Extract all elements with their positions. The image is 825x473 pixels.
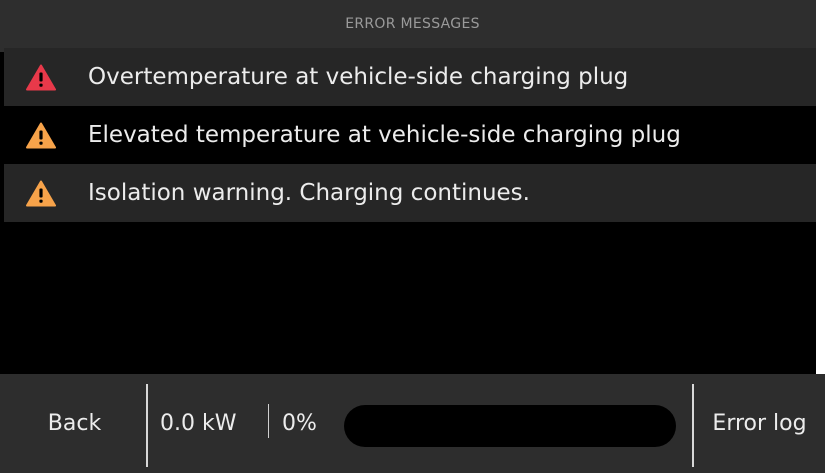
scrollbar[interactable] bbox=[816, 0, 825, 374]
footer-bar: Back 0.0 kW 0% Error log bbox=[0, 374, 825, 473]
power-readout: 0.0 kW bbox=[160, 411, 237, 436]
error-message-list: Overtemperature at vehicle-side charging… bbox=[4, 48, 816, 222]
charge-percent: 0% bbox=[282, 411, 317, 436]
error-warning-triangle-icon bbox=[26, 63, 56, 91]
message-text: Isolation warning. Charging continues. bbox=[88, 180, 530, 206]
warning-triangle-icon bbox=[26, 179, 56, 207]
divider bbox=[146, 384, 148, 467]
page-title: ERROR MESSAGES bbox=[345, 16, 480, 32]
message-text: Overtemperature at vehicle-side charging… bbox=[88, 64, 629, 90]
list-item[interactable]: Overtemperature at vehicle-side charging… bbox=[4, 48, 816, 106]
warning-triangle-icon bbox=[26, 121, 56, 149]
error-messages-screen: ERROR MESSAGES Overtemperature at vehicl… bbox=[0, 0, 825, 473]
list-item[interactable]: Elevated temperature at vehicle-side cha… bbox=[4, 106, 816, 164]
error-log-label: Error log bbox=[712, 411, 807, 436]
back-label: Back bbox=[47, 411, 102, 436]
divider bbox=[268, 404, 269, 438]
back-button[interactable]: Back bbox=[0, 374, 147, 473]
error-log-button[interactable]: Error log bbox=[694, 374, 825, 473]
message-text: Elevated temperature at vehicle-side cha… bbox=[88, 122, 681, 148]
charge-progress-bar bbox=[344, 405, 676, 447]
header-bar: ERROR MESSAGES bbox=[0, 0, 825, 52]
list-item[interactable]: Isolation warning. Charging continues. bbox=[4, 164, 816, 222]
